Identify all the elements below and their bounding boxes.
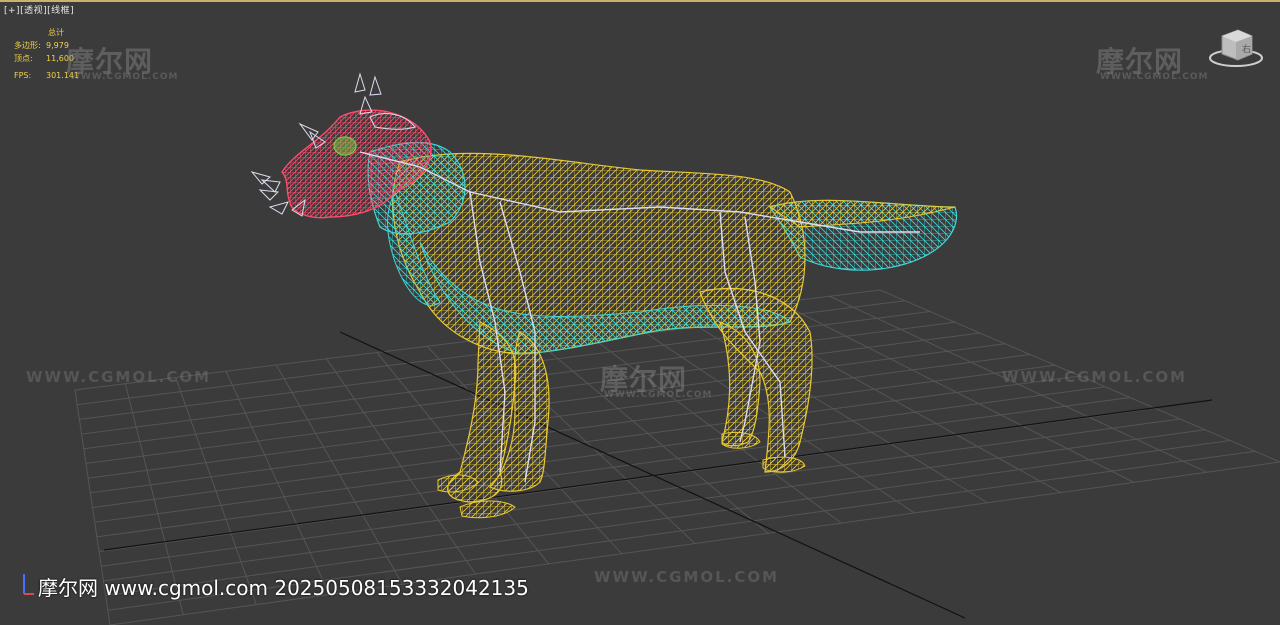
viewport-menu-view[interactable]: [透视] — [20, 6, 47, 16]
perspective-viewport[interactable]: [+][透视][线框] 总计 多边形: 9,979 顶点: 11,600 FPS… — [0, 0, 1280, 625]
stats-header: 总计 — [48, 28, 64, 37]
watermark-url: WWW.CGMOL.COM — [1002, 368, 1188, 386]
viewport-label[interactable]: [+][透视][线框] — [4, 3, 74, 16]
polygons-label: 多边形: — [14, 41, 41, 50]
viewport-menu-shading[interactable]: [线框] — [47, 6, 74, 16]
grid-line — [779, 302, 1134, 483]
scene-canvas[interactable] — [0, 2, 1280, 625]
viewcube-navigator[interactable]: 右 — [1208, 24, 1264, 68]
grid-axis-x — [103, 399, 1213, 551]
watermark-url: WWW.CGMOL.COM — [604, 390, 713, 400]
axis-tripod-icon — [23, 574, 34, 595]
dog-wireframe-model[interactable] — [250, 72, 957, 519]
grid-line — [94, 386, 1106, 523]
vertices-label: 顶点: — [14, 54, 33, 63]
fps-label: FPS: — [14, 71, 32, 80]
viewport-menu-plus[interactable]: [+] — [4, 6, 20, 16]
grid-line — [101, 418, 1181, 567]
grid-line — [92, 375, 1081, 508]
grid-line — [103, 429, 1206, 582]
watermark-url: WWW.CGMOL.COM — [70, 72, 179, 82]
watermark-url: WWW.CGMOL.COM — [1100, 72, 1209, 82]
watermark-url: WWW.CGMOL.COM — [594, 568, 780, 586]
watermark-url: WWW.CGMOL.COM — [26, 368, 212, 386]
grid-line — [96, 397, 1131, 538]
viewcube-face-label: 右 — [1242, 43, 1251, 55]
footer-watermark: 摩尔网 www.cgmol.com 20250508153332042135 — [38, 576, 529, 600]
